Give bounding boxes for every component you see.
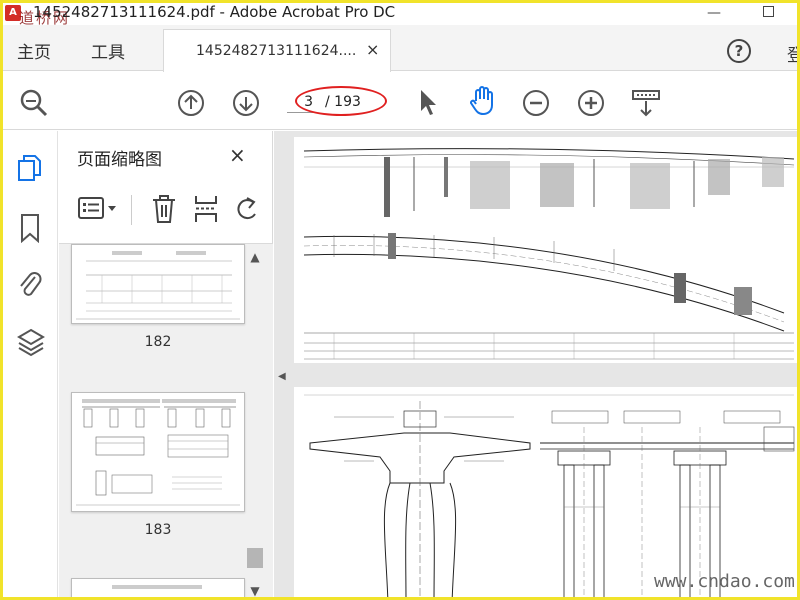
maximize-icon[interactable] [763,6,774,17]
thumbnail-page[interactable] [71,244,245,324]
hand-tool-icon[interactable] [467,85,499,117]
thumbnail-drawing [76,399,240,506]
login-link[interactable]: 登 [787,41,797,66]
thumbnail-panel: 页面缩略图 × 182 183 ▲ ▼ [59,131,273,597]
page-fit-icon[interactable] [631,88,661,118]
home-tab[interactable]: 主页 [17,38,51,63]
page-down-icon[interactable] [232,89,260,117]
select-arrow-icon[interactable] [417,87,441,117]
delete-icon[interactable] [151,194,177,224]
minimize-icon[interactable]: — [707,5,721,21]
panel-toolbar [59,183,259,239]
help-icon[interactable]: ? [727,39,751,63]
tab-bar: 主页 工具 1452482713111624.... × ? 登 [3,25,797,72]
zoom-search-icon[interactable] [19,88,49,118]
engineering-drawing [303,148,795,360]
thumbnail-page[interactable] [71,578,245,597]
title-bar: A 道桥网 1452482713111624.pdf - Adobe Acrob… [3,3,797,27]
thumbnail-page[interactable] [71,392,245,512]
attachment-icon[interactable] [17,267,43,299]
pdf-page [294,387,797,597]
collapse-panel-icon[interactable]: ◀ [278,371,286,382]
rotate-icon[interactable] [233,194,259,224]
red-highlight-ellipse [295,86,387,116]
zoom-in-icon[interactable] [577,89,605,117]
engineering-drawing [304,394,795,597]
extract-icon[interactable] [193,194,219,224]
zoom-out-icon[interactable] [522,89,550,117]
panel-title: 页面缩略图 [77,150,162,170]
page-thumbnails-icon[interactable] [17,153,43,183]
bookmark-icon[interactable] [17,213,43,243]
tools-tab[interactable]: 工具 [91,38,125,63]
scroll-up-icon[interactable]: ▲ [247,250,263,264]
toolbar-divider [131,195,132,225]
application-window: A 道桥网 1452482713111624.pdf - Adobe Acrob… [0,0,800,600]
document-view[interactable]: ◀ www.cndao.com [274,131,797,597]
thumbnail-label: 182 [144,334,172,350]
watermark-text: www.cndao.com [654,571,795,592]
window-title: 1452482713111624.pdf - Adobe Acrobat Pro… [33,3,396,21]
navigation-rail [3,131,58,597]
toolbar: 3 / 193 [3,72,797,130]
page-up-icon[interactable] [177,89,205,117]
layers-icon[interactable] [17,327,45,357]
thumbnail-label: 183 [144,522,172,538]
thumbnail-options-icon[interactable] [77,195,121,223]
thumbnail-drawing [112,585,202,589]
pdf-page [294,137,797,363]
thumbnail-scrollbar[interactable]: ▲ ▼ [247,244,263,597]
thumbnail-drawing [76,251,240,320]
scroll-down-icon[interactable]: ▼ [247,584,263,597]
document-tab[interactable]: 1452482713111624.... × [163,29,391,72]
panel-close-icon[interactable]: × [229,143,246,167]
thumbnails-list: 182 183 ▲ ▼ [59,243,273,597]
document-tab-label: 1452482713111624.... [196,43,357,59]
scrollbar-thumb[interactable] [247,548,263,568]
close-tab-icon[interactable]: × [366,40,379,59]
